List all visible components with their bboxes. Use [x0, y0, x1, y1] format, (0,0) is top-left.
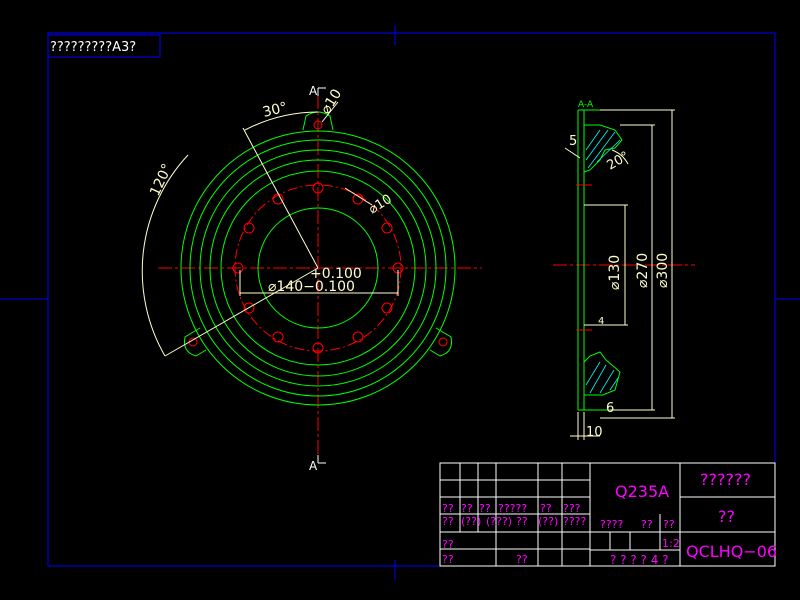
row-a-cell: ?? — [442, 502, 454, 515]
bolt-hole-dimension: ⌀10 — [366, 192, 395, 218]
drawing-number-text: QCLHQ−06 — [686, 542, 777, 561]
cad-drawing: ?????????A3? A A 30° 120° ⌀10 ⌀10 +0.100… — [0, 25, 800, 580]
row-b-cell: ?? — [442, 515, 454, 528]
left-label: ?? — [442, 538, 454, 551]
row-b-cell: (???) — [486, 515, 512, 528]
row-c-cell: ???? — [600, 518, 624, 531]
part-name-text: ?????? — [700, 470, 751, 489]
row-b-cell: (??) — [538, 515, 558, 528]
row-c-cell: ?? — [641, 518, 653, 531]
title-row-a: ?? ?? ?? ????? ?? ??? — [442, 502, 581, 515]
title-row-c: ???? ?? ?? — [600, 518, 675, 531]
left-label: ?? — [516, 553, 528, 566]
side-view: 5 20° ⌀130 ⌀270 ⌀300 6 10 4 A-A — [553, 100, 695, 440]
row-a-cell: ?? — [540, 502, 552, 515]
d300-dimension: ⌀300 — [655, 253, 671, 288]
row-a-cell: ????? — [498, 502, 527, 515]
unit-text: ?? — [718, 507, 735, 526]
title-block: Q235A ?????? ?? 1:2 QCLHQ−06 ? ? ? ? 4 ?… — [439, 462, 777, 567]
title-left-labels: ?? ?? ?? — [442, 538, 528, 566]
scale-text: 1:2 — [662, 537, 680, 550]
angle-120-label: 120° — [147, 161, 176, 198]
d130-dimension: ⌀130 — [607, 255, 623, 290]
angle-20-dimension: 20° — [605, 149, 632, 174]
section-label-bottom: A — [309, 459, 318, 473]
side-section-label: A-A — [578, 100, 594, 110]
row-b-cell: ?? — [516, 515, 528, 528]
thickness-dimension: 6 — [606, 401, 614, 416]
sheet-info-text: ? ? ? ? 4 ? — [610, 553, 669, 567]
chamfer-dimension: 5 — [569, 134, 577, 149]
row-b-cell: ???? — [563, 515, 587, 528]
row-a-cell: ??? — [563, 502, 581, 515]
sheet-note: ?????????A3? — [47, 34, 161, 58]
bore-diameter: ⌀140−0.100 — [268, 279, 355, 295]
front-view: A A 30° 120° ⌀10 ⌀10 +0.100 ⌀140−0.100 — [141, 84, 482, 473]
left-label: ?? — [442, 553, 454, 566]
base-dimension: 10 — [586, 425, 603, 440]
material-text: Q235A — [615, 482, 669, 501]
row-b-cell: (??) — [461, 515, 481, 528]
angle-dimensions — [141, 111, 319, 357]
row-a-cell: ?? — [479, 502, 491, 515]
row-a-cell: ?? — [461, 502, 473, 515]
sheet-note-text: ?????????A3? — [50, 40, 136, 55]
title-row-b: ?? (??) (???) ?? (??) ???? — [442, 515, 587, 528]
angle-30-label: 30° — [261, 99, 289, 121]
d270-dimension: ⌀270 — [635, 253, 651, 288]
section-label-top: A — [309, 84, 318, 98]
mark-dimension: 4 — [598, 316, 604, 327]
row-c-cell: ?? — [663, 518, 675, 531]
